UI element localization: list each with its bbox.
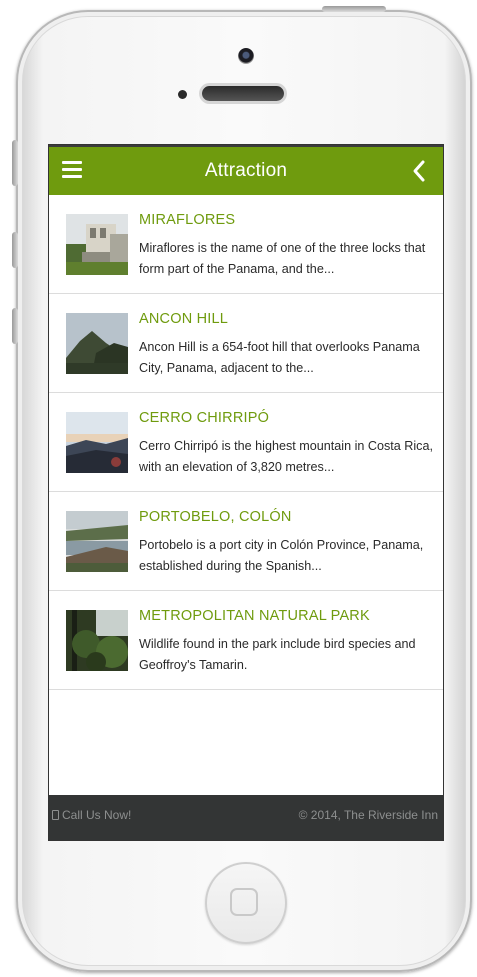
- proximity-sensor: [178, 90, 187, 99]
- list-item-metropolitan-park[interactable]: METROPOLITAN NATURAL PARK Wildlife found…: [49, 591, 443, 690]
- cerro-chirripo-thumbnail: [66, 412, 128, 473]
- attraction-title: MIRAFLORES: [139, 212, 236, 228]
- attraction-description: Portobelo is a port city in Colón Provin…: [139, 538, 424, 573]
- app-footer: Call Us Now! © 2014, The Riverside Inn: [49, 795, 443, 840]
- attraction-description: Miraflores is the name of one of the thr…: [139, 241, 426, 276]
- portobelo-thumbnail: [66, 511, 128, 572]
- app-screen: Attraction MIRAFLORES Miraflores is the …: [49, 145, 443, 840]
- metropolitan-park-thumbnail: [66, 610, 128, 671]
- home-button-icon: [230, 888, 258, 916]
- attraction-description: Wildlife found in the park include bird …: [139, 637, 416, 672]
- app-header: Attraction: [49, 145, 443, 195]
- earpiece-speaker: [202, 86, 284, 101]
- call-us-button[interactable]: Call Us Now!: [52, 808, 131, 822]
- volume-down-button: [12, 308, 18, 344]
- ancon-hill-thumbnail: [66, 313, 128, 374]
- attraction-title: CERRO CHIRRIPÓ: [139, 410, 270, 426]
- list-item-portobelo[interactable]: PORTOBELO, COLÓN Portobelo is a port cit…: [49, 492, 443, 591]
- attraction-list: MIRAFLORES Miraflores is the name of one…: [49, 195, 443, 690]
- mute-switch: [12, 140, 18, 186]
- chevron-left-icon[interactable]: [409, 159, 429, 183]
- front-camera: [238, 48, 254, 64]
- attraction-description: Cerro Chirripó is the highest mountain i…: [139, 439, 433, 474]
- copyright-text: © 2014, The Riverside Inn: [298, 808, 438, 822]
- phone-icon: [52, 810, 59, 820]
- volume-up-button: [12, 232, 18, 268]
- list-item-miraflores[interactable]: MIRAFLORES Miraflores is the name of one…: [49, 195, 443, 294]
- attraction-title: ANCON HILL: [139, 311, 229, 327]
- list-item-ancon-hill[interactable]: ANCON HILL Ancon Hill is a 654-foot hill…: [49, 294, 443, 393]
- page-title: Attraction: [204, 160, 288, 181]
- call-us-label: Call Us Now!: [62, 808, 132, 822]
- attraction-title: METROPOLITAN NATURAL PARK: [139, 608, 370, 624]
- power-button: [322, 6, 386, 12]
- miraflores-thumbnail: [66, 214, 128, 275]
- list-item-cerro-chirripo[interactable]: CERRO CHIRRIPÓ Cerro Chirripó is the hig…: [49, 393, 443, 492]
- attraction-description: Ancon Hill is a 654-foot hill that overl…: [139, 340, 420, 375]
- attraction-title: PORTOBELO, COLÓN: [139, 509, 292, 525]
